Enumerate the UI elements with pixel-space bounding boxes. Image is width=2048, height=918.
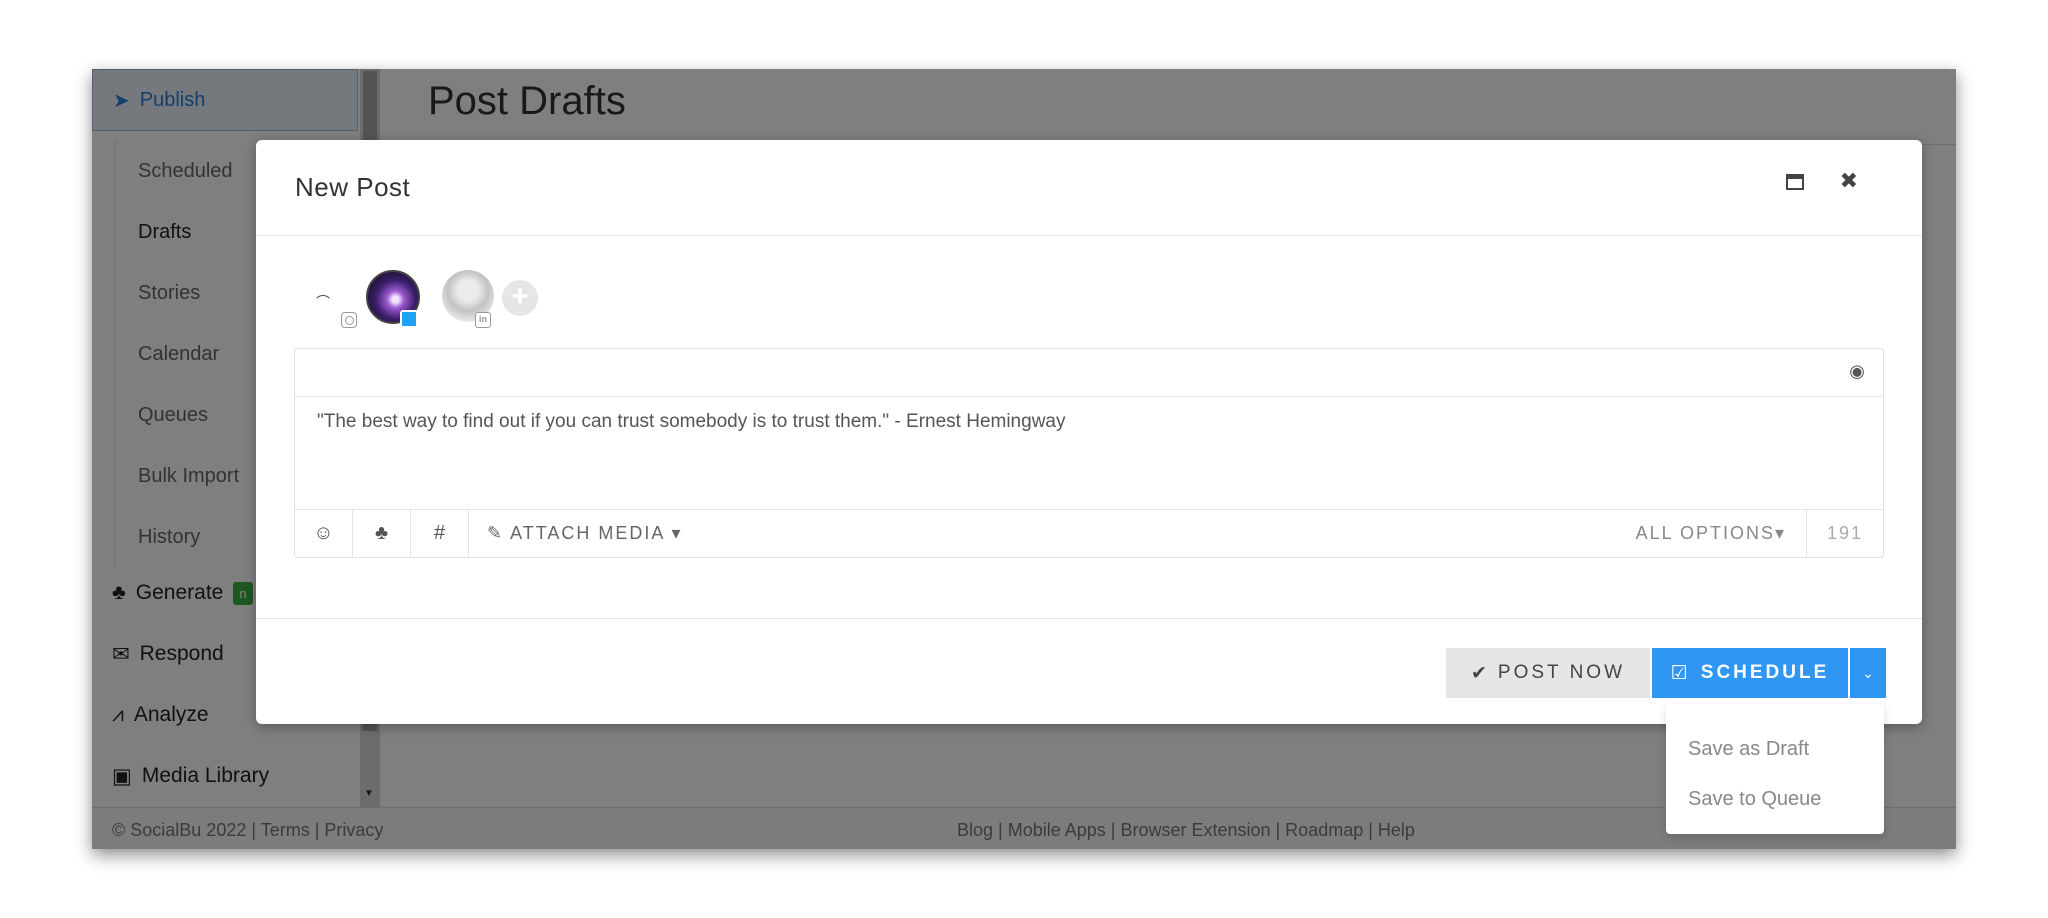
save-as-draft-item[interactable]: Save as Draft xyxy=(1666,724,1884,774)
save-to-queue-item[interactable]: Save to Queue xyxy=(1666,774,1884,824)
robot-icon[interactable]: ♣ xyxy=(353,510,411,557)
attach-media-label: ATTACH MEDIA xyxy=(510,523,666,543)
instagram-icon xyxy=(341,312,357,328)
footer-divider xyxy=(256,618,1922,619)
hashtag-icon[interactable]: # xyxy=(411,510,469,557)
modal-title: New Post xyxy=(295,172,411,202)
modal-header: New Post ✖ xyxy=(256,140,1922,236)
post-now-button[interactable]: ✔ POST NOW xyxy=(1446,648,1650,698)
schedule-button[interactable]: ☑ SCHEDULE xyxy=(1652,648,1848,698)
linkedin-icon: in xyxy=(475,312,491,328)
post-editor[interactable]: ◉ "The best way to find out if you can t… xyxy=(294,348,1884,558)
schedule-dropdown-toggle[interactable]: ⌄ xyxy=(1850,648,1886,698)
all-options-label: ALL OPTIONS xyxy=(1635,523,1775,543)
add-account-icon[interactable]: + xyxy=(502,280,538,316)
schedule-label: SCHEDULE xyxy=(1700,662,1830,683)
character-count: 191 xyxy=(1826,523,1864,543)
calendar-check-icon: ☑ xyxy=(1670,662,1691,684)
maximize-icon[interactable] xyxy=(1786,174,1804,190)
emoji-icon[interactable]: ☺ xyxy=(295,510,353,557)
caret-down-icon: ▾ xyxy=(671,523,683,543)
paperclip-icon: ✎ xyxy=(487,523,505,543)
attach-media-button[interactable]: ✎ ATTACH MEDIA ▾ xyxy=(469,510,682,557)
editor-top-bar: ◉ xyxy=(295,349,1883,397)
eye-icon[interactable]: ◉ xyxy=(1849,361,1865,382)
new-post-modal: New Post ✖ ⌒ in + ◉ "The best way to fin… xyxy=(256,140,1922,724)
editor-toolbar: ☺ ♣ # ✎ ATTACH MEDIA ▾ ALL OPTIONS ▾ 191 xyxy=(295,509,1883,557)
twitter-icon xyxy=(400,310,418,328)
schedule-dropdown-menu: Save as Draft Save to Queue xyxy=(1666,704,1884,834)
all-options-button[interactable]: ALL OPTIONS ▾ xyxy=(1636,510,1807,557)
post-now-label: POST NOW xyxy=(1497,662,1626,683)
check-icon: ✔ xyxy=(1470,662,1490,684)
post-text-input[interactable]: "The best way to find out if you can tru… xyxy=(317,411,1065,433)
caret-down-icon: ▾ xyxy=(1774,523,1786,543)
close-icon[interactable]: ✖ xyxy=(1840,168,1858,194)
chevron-down-icon: ⌄ xyxy=(1862,664,1874,681)
instagram-account-avatar[interactable]: ⌒ xyxy=(316,292,330,312)
